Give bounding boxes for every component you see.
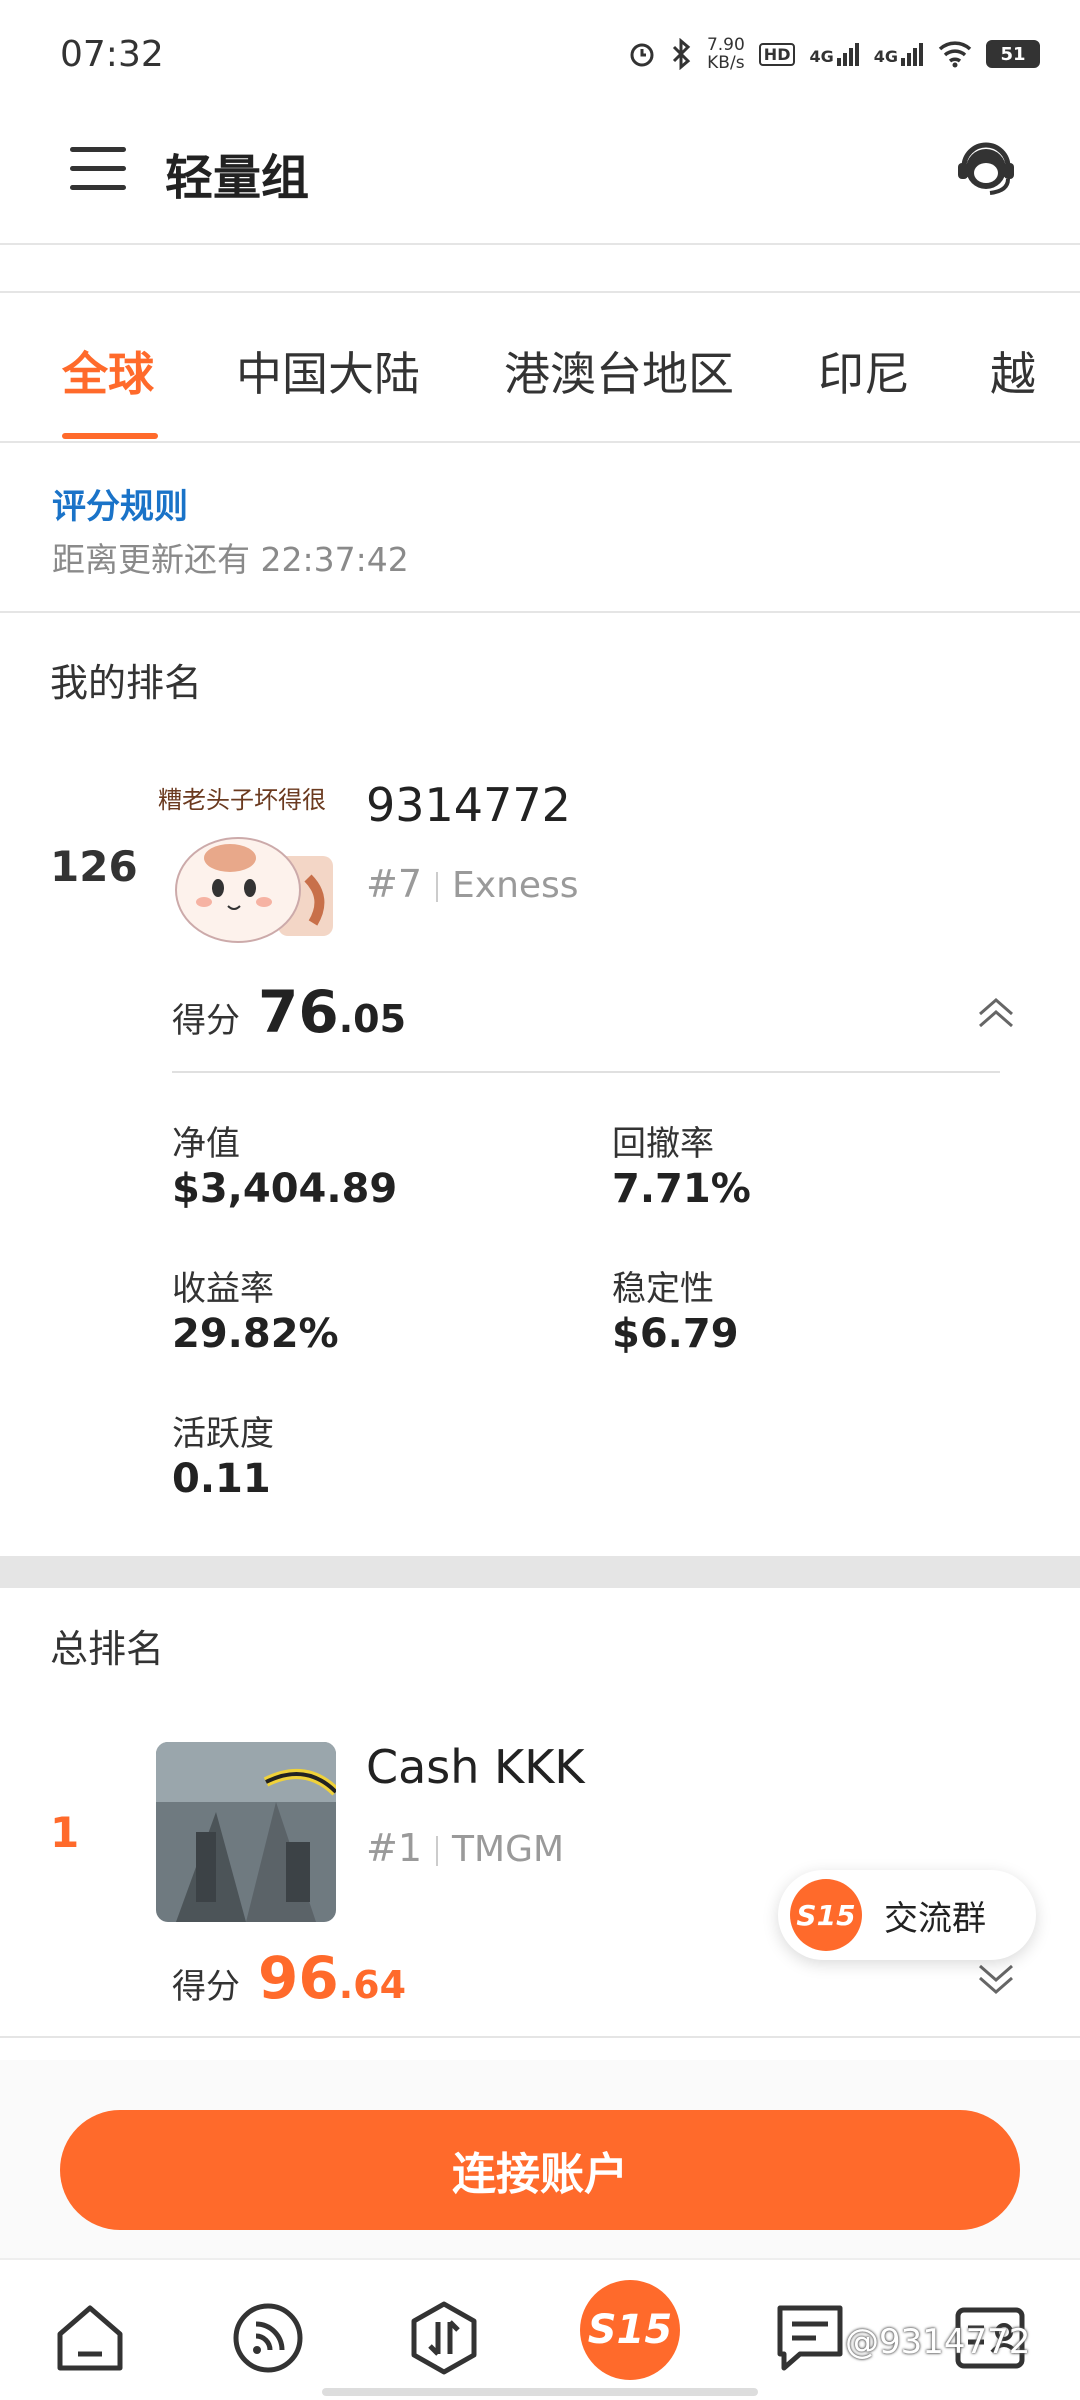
messages-icon[interactable]: [770, 2298, 850, 2378]
my-name: 9314772: [366, 778, 571, 832]
my-sub-rank: #7: [366, 862, 423, 906]
my-ranking-title: 我的排名: [50, 661, 203, 705]
score-label: 得分: [172, 1967, 240, 2007]
tab-mainland-china[interactable]: 中国大陆: [236, 338, 420, 404]
my-avatar[interactable]: 糟老头子坏得很: [158, 778, 338, 956]
alarm-icon: [630, 43, 654, 67]
status-icons: 7.90 KB/s HD 4G 4G 51: [627, 36, 1040, 72]
rules-section: 评分规则 距离更新还有 22:37:42: [0, 445, 1080, 613]
stat-label-stability: 稳定性: [612, 1269, 714, 1309]
top-trader-name: Cash KKK: [366, 1740, 585, 1794]
top-trader-avatar[interactable]: [156, 1742, 336, 1922]
tab-hk-macau-taiwan[interactable]: 港澳台地区: [504, 338, 734, 404]
my-rank-number: 126: [50, 842, 138, 891]
spacer: [0, 247, 1080, 293]
top-rank-number: 1: [50, 1808, 80, 1857]
active-tab-indicator: [62, 433, 158, 439]
score-integer: 76: [258, 978, 339, 1046]
menu-icon[interactable]: [70, 147, 126, 193]
score-label: 得分: [172, 1001, 240, 1041]
score-decimal: .64: [338, 1963, 407, 2007]
score-integer: 96: [258, 1944, 339, 2012]
signal-1-label: 4G: [809, 47, 834, 66]
chevron-down-icon[interactable]: [974, 1956, 1018, 2000]
top-sub-rank: #1: [366, 1826, 423, 1870]
overall-ranking-title: 总排名: [50, 1627, 165, 1671]
region-tabs: 全球 中国大陆 港澳台地区 印尼 越: [0, 293, 1080, 443]
divider: [172, 1071, 1000, 1073]
home-indicator[interactable]: [322, 2388, 758, 2396]
status-time: 07:32: [60, 34, 164, 75]
tab-indonesia[interactable]: 印尼: [818, 338, 910, 404]
watermark: @9314772: [845, 2322, 1031, 2362]
signal-2-label: 4G: [873, 47, 898, 66]
countdown-prefix: 距离更新还有: [52, 540, 250, 579]
s15-center-button[interactable]: S15: [580, 2280, 680, 2380]
section-separator: [0, 1556, 1080, 1588]
stat-label-return: 收益率: [172, 1269, 274, 1309]
tab-global[interactable]: 全球: [62, 338, 154, 404]
stat-label-drawdown: 回撤率: [612, 1124, 714, 1164]
my-score: 得分 76 .05: [172, 978, 406, 1046]
bottom-nav: S15 @9314772: [0, 2258, 1080, 2400]
s15-logo-icon: S15: [790, 1879, 862, 1951]
top-broker: TMGM: [452, 1829, 565, 1870]
stat-value-stability: $6.79: [612, 1311, 739, 1357]
scoring-rules-link[interactable]: 评分规则: [52, 479, 188, 528]
connect-account-button[interactable]: 连接账户: [60, 2110, 1020, 2230]
net-speed-value: 7.90: [706, 35, 745, 55]
bluetooth-icon: [672, 38, 691, 70]
stat-label-equity: 净值: [172, 1124, 240, 1164]
my-broker: Exness: [452, 865, 579, 906]
wifi-icon: [938, 41, 972, 68]
my-meta: #7 Exness: [366, 862, 579, 906]
stat-label-activity: 活跃度: [172, 1414, 274, 1454]
chevron-up-icon[interactable]: [974, 992, 1018, 1036]
feed-icon[interactable]: [228, 2298, 308, 2378]
score-decimal: .05: [338, 997, 407, 1041]
hd-icon: HD: [758, 42, 796, 66]
chat-group-button[interactable]: S15 交流群: [778, 1870, 1036, 1960]
page-title: 轻量组: [165, 150, 310, 206]
divider: [0, 2036, 1080, 2038]
stat-value-return: 29.82%: [172, 1311, 339, 1357]
chat-group-label: 交流群: [884, 1898, 986, 1939]
stat-value-equity: $3,404.89: [172, 1166, 398, 1212]
trade-icon[interactable]: [404, 2298, 484, 2378]
status-bar: 07:32 7.90 KB/s HD 4G 4G 51: [0, 0, 1080, 95]
update-countdown: 距离更新还有 22:37:42: [52, 533, 409, 581]
home-icon[interactable]: [50, 2298, 130, 2378]
top-trader-meta: #1 TMGM: [366, 1826, 564, 1870]
stat-value-activity: 0.11: [172, 1456, 271, 1502]
net-speed: 7.90 KB/s: [707, 36, 745, 72]
stat-value-drawdown: 7.71%: [612, 1166, 751, 1212]
tab-vietnam[interactable]: 越: [990, 338, 1036, 404]
signal-icon-1: 4G: [809, 42, 859, 66]
header: 轻量组: [0, 95, 1080, 245]
top-trader-score: 得分 96 .64: [172, 1944, 406, 2012]
battery-icon: 51: [986, 40, 1040, 68]
net-speed-unit: KB/s: [707, 53, 745, 73]
signal-icon-2: 4G: [874, 42, 924, 66]
customer-service-icon[interactable]: [952, 133, 1020, 201]
countdown-time: 22:37:42: [260, 540, 409, 579]
